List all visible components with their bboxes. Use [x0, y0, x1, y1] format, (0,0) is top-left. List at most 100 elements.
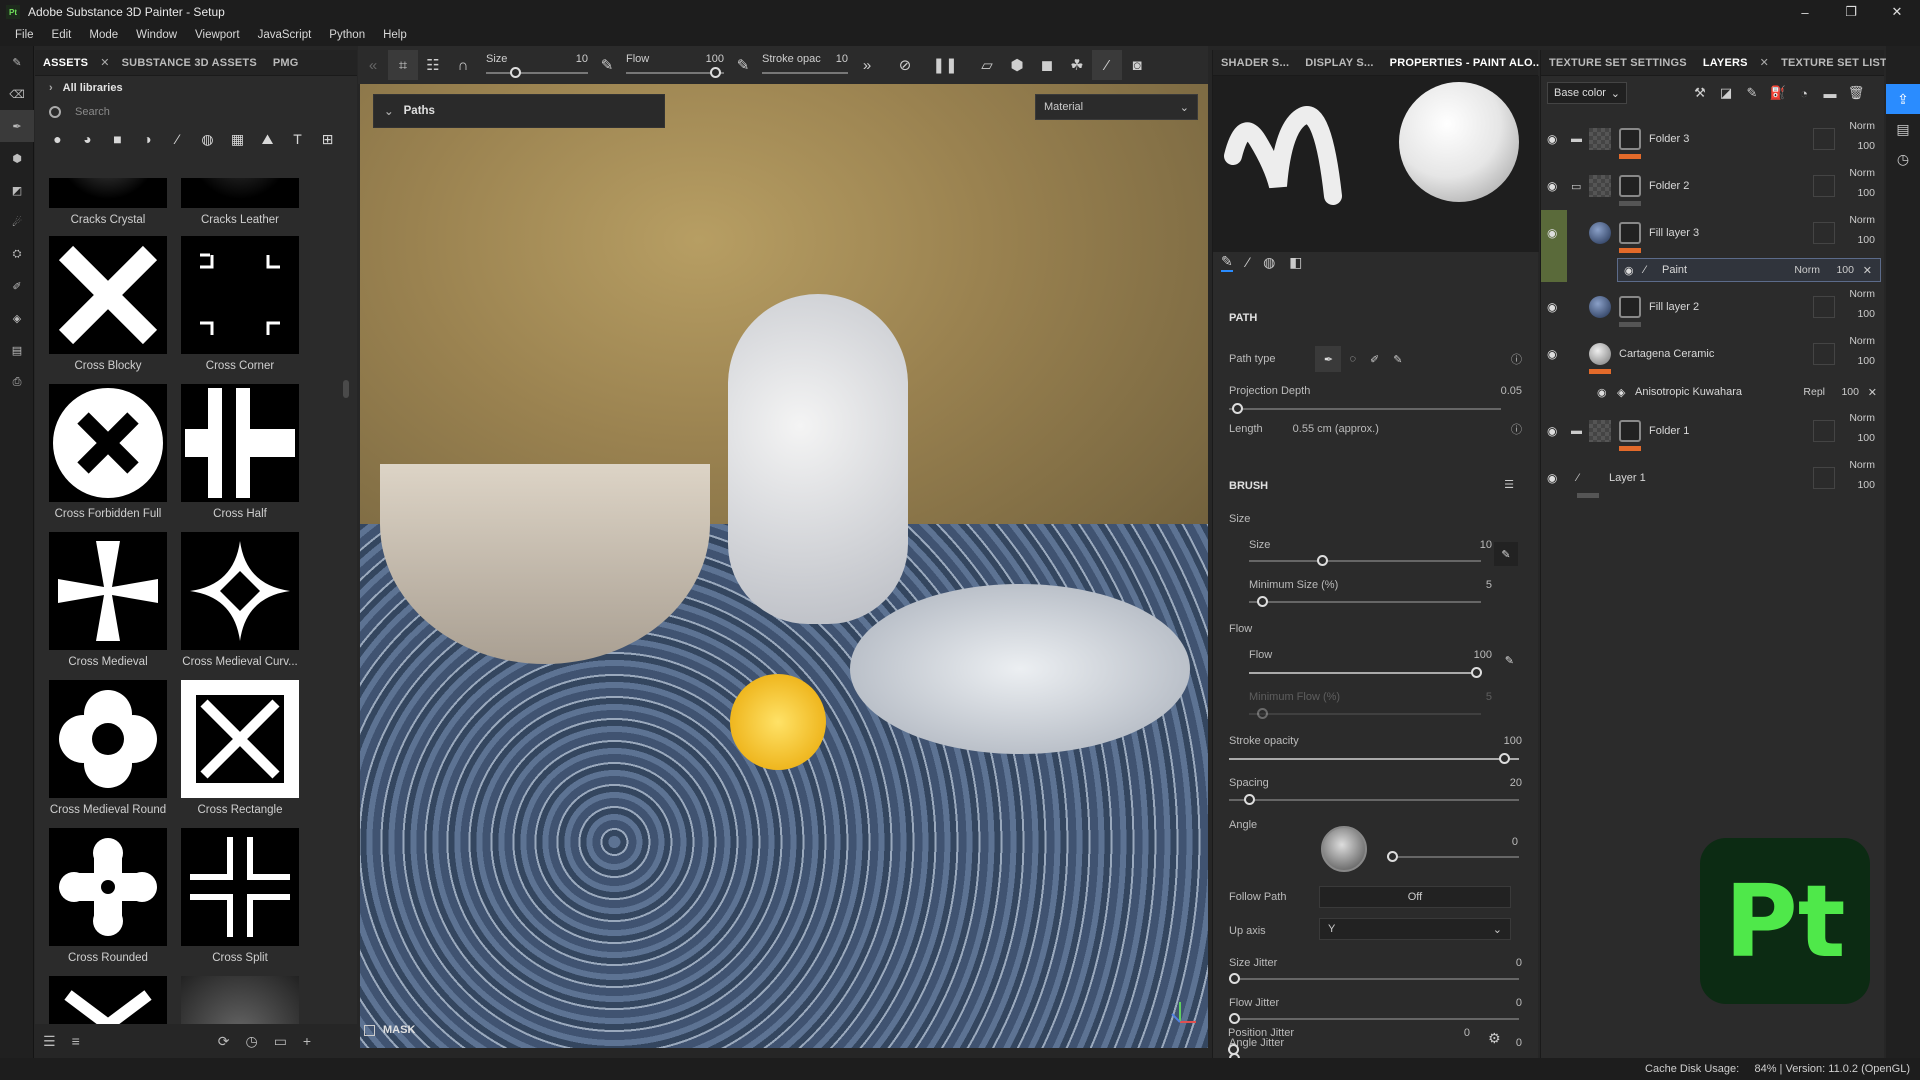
layer-mask-slot[interactable]	[1813, 128, 1835, 150]
alpha-filter-icon[interactable]: ◍	[199, 131, 216, 148]
font-filter-icon[interactable]: T	[289, 131, 306, 148]
layer-opacity[interactable]: 100	[1857, 432, 1875, 444]
brush-menu-icon[interactable]: ☰	[1504, 478, 1514, 491]
pen-pressure-icon[interactable]: ✎	[592, 50, 622, 80]
layer-row-selected[interactable]: ◉ ⁄ Paint Norm 100 ✕	[1617, 258, 1881, 282]
layer-blend[interactable]: Norm	[1794, 264, 1820, 276]
bake-icon[interactable]: ▤	[0, 334, 34, 366]
camera-icon[interactable]: ◼	[1032, 50, 1062, 80]
history-icon[interactable]: ◷	[245, 1033, 257, 1050]
mask-toggle[interactable]: MASK	[364, 1024, 415, 1036]
asset-tile[interactable]: Cross Blocky	[43, 236, 173, 372]
stroke-opacity-slider[interactable]: Stroke opac 10	[758, 50, 852, 80]
position-jitter-knob[interactable]	[1228, 1044, 1239, 1055]
grid-view-icon[interactable]: ⊞	[319, 131, 336, 148]
flow-knob[interactable]	[710, 67, 721, 78]
eye-icon[interactable]: ◉	[1547, 347, 1561, 361]
add-folder-icon[interactable]: ▬	[1817, 81, 1843, 105]
size-knob[interactable]	[1317, 555, 1328, 566]
smart-mask-filter-icon[interactable]: ◑	[139, 131, 156, 148]
layer-blend[interactable]: Norm	[1849, 214, 1875, 226]
add-smart-material-icon[interactable]: ◔	[1791, 81, 1817, 105]
spacing-knob[interactable]	[1244, 794, 1255, 805]
asset-tile[interactable]: Cross Half	[175, 384, 305, 520]
eye-icon[interactable]: ◉	[1547, 424, 1561, 438]
path-type-fill-icon[interactable]: ✎	[1393, 353, 1402, 366]
add-fill-layer-icon[interactable]: ⛽	[1765, 81, 1791, 105]
channel-dropdown[interactable]: Base color ⌄	[1547, 82, 1627, 104]
hide-ui-icon[interactable]: ⊘	[890, 50, 920, 80]
flow-pressure-icon[interactable]: ✎	[728, 50, 758, 80]
export-icon[interactable]: ⎙	[0, 366, 34, 398]
menu-window[interactable]: Window	[136, 29, 177, 41]
tab-properties[interactable]: PROPERTIES - PAINT ALO...	[1382, 57, 1551, 69]
asset-tile[interactable]: Cross Medieval Round	[43, 680, 173, 816]
assets-scrollbar[interactable]	[343, 380, 349, 398]
layer-row[interactable]: ◉ ▭ Folder 2 Norm 100	[1541, 163, 1885, 209]
path-type-stroke-icon[interactable]: ✐	[1370, 353, 1379, 366]
menu-mode[interactable]: Mode	[89, 29, 118, 41]
asset-tile[interactable]	[43, 976, 173, 1028]
layer-opacity[interactable]: 100	[1836, 264, 1854, 276]
material-mode-dropdown[interactable]: Material ⌄	[1035, 94, 1198, 120]
layer-opacity[interactable]: 100	[1857, 355, 1875, 367]
tab-pmg[interactable]: PMG	[265, 57, 307, 69]
environment-filter-icon[interactable]: ⛰	[259, 131, 276, 148]
paint-brush-icon[interactable]: ✎	[0, 46, 34, 78]
expand-toolbar-icon[interactable]: »	[852, 50, 882, 80]
delete-icon[interactable]: 🗑	[1843, 81, 1869, 105]
brush-tab-icon[interactable]: ✎	[1221, 253, 1233, 272]
layer-opacity[interactable]: 100	[1857, 308, 1875, 320]
layer-mask-slot[interactable]	[1813, 343, 1835, 365]
3d-view-icon[interactable]: ⬢	[1002, 50, 1032, 80]
layer-blend[interactable]: Norm	[1849, 335, 1875, 347]
info-icon[interactable]: ⓘ	[1511, 351, 1522, 367]
close-icon[interactable]: ✕	[96, 56, 113, 69]
size-jitter-knob[interactable]	[1229, 973, 1240, 984]
layer-blend[interactable]: Norm	[1849, 288, 1875, 300]
brush-filter-icon[interactable]: ⁄	[169, 131, 186, 148]
angle-track[interactable]	[1387, 856, 1519, 858]
mask-checkbox[interactable]	[364, 1024, 375, 1036]
brush-settings-icon[interactable]: ☷	[418, 50, 448, 80]
color-picker-icon[interactable]: ✐	[0, 270, 34, 302]
polygon-fill-icon[interactable]: ◩	[0, 174, 34, 206]
layer-blend[interactable]: Repl	[1803, 386, 1825, 398]
paint-mode-icon[interactable]: ⁄	[1092, 50, 1122, 80]
layer-mask-slot[interactable]	[1813, 420, 1835, 442]
follow-path-toggle[interactable]: Off	[1319, 886, 1511, 908]
layer-mask-slot[interactable]	[1813, 467, 1835, 489]
clone-icon[interactable]: ⛭	[0, 238, 34, 270]
material-tab-icon[interactable]: ⁄	[1247, 254, 1249, 270]
menu-viewport[interactable]: Viewport	[195, 29, 240, 41]
tab-shader-settings[interactable]: SHADER S...	[1213, 57, 1297, 69]
smart-material-filter-icon[interactable]: ◕	[79, 131, 96, 148]
flow-jitter-knob[interactable]	[1229, 1013, 1240, 1024]
mask-filter-icon[interactable]: ■	[109, 131, 126, 148]
geometry-icon[interactable]: ◈	[0, 302, 34, 334]
detail-view-icon[interactable]: ≡	[72, 1033, 80, 1049]
render-icon[interactable]: ☘	[1062, 50, 1092, 80]
3d-viewport[interactable]	[360, 84, 1208, 1048]
asset-tile[interactable]: Cross Medieval Curv...	[175, 532, 305, 668]
projection-depth-knob[interactable]	[1232, 403, 1243, 414]
layer-row[interactable]: ◉ ⁄ Layer 1 Norm 100	[1541, 455, 1885, 501]
search-input[interactable]: Search	[75, 106, 110, 118]
up-axis-dropdown[interactable]: Y ⌄	[1319, 918, 1511, 940]
add-paint-layer-icon[interactable]: ✎	[1739, 81, 1765, 105]
share-icon[interactable]: ⇪	[1886, 84, 1920, 114]
flow-knob[interactable]	[1471, 667, 1482, 678]
flow-jitter-track[interactable]	[1229, 1018, 1519, 1020]
eye-icon[interactable]: ◉	[1547, 132, 1561, 146]
lazy-mouse-icon[interactable]: ∩	[448, 50, 478, 80]
assets-search[interactable]: Search	[35, 100, 357, 124]
info-icon[interactable]: ⓘ	[1511, 421, 1522, 437]
eye-icon[interactable]: ◉	[1547, 300, 1561, 314]
menu-help[interactable]: Help	[383, 29, 407, 41]
size-track[interactable]	[1249, 560, 1481, 562]
add-mask-icon[interactable]: ◪	[1713, 81, 1739, 105]
path-type-wave-icon[interactable]: ◌	[1349, 353, 1356, 365]
symmetry-icon[interactable]: ⌗	[388, 50, 418, 80]
layer-mask-slot[interactable]	[1813, 296, 1835, 318]
asset-tile[interactable]: Cracks Leather	[175, 178, 305, 226]
